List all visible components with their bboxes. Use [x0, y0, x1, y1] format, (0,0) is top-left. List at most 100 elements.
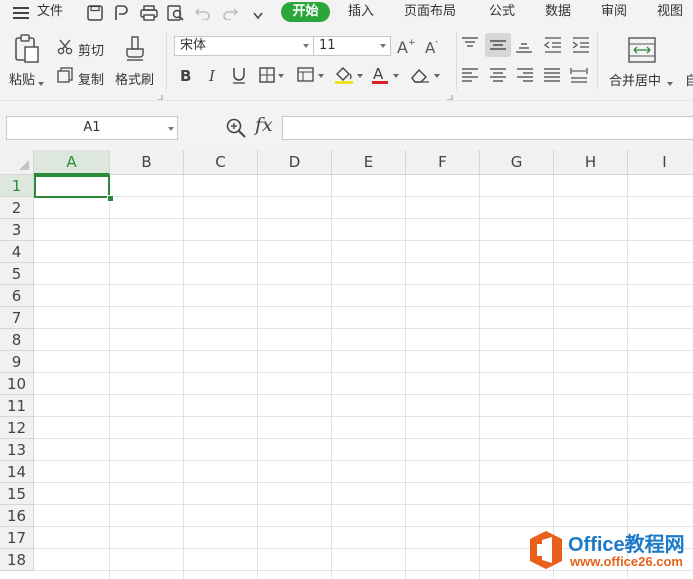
- decrease-indent-icon[interactable]: [543, 37, 562, 56]
- row-header-18[interactable]: 18: [0, 549, 34, 571]
- formula-input[interactable]: [282, 116, 693, 140]
- grid-column-line: [183, 175, 184, 579]
- tab-page-layout[interactable]: 页面布局: [404, 0, 456, 26]
- tab-data[interactable]: 数据: [545, 0, 571, 26]
- increase-font-size-icon[interactable]: A +: [397, 37, 416, 58]
- row-header-2[interactable]: 2: [0, 197, 34, 219]
- column-header-g[interactable]: G: [480, 150, 554, 175]
- italic-icon[interactable]: I: [207, 67, 221, 86]
- bold-icon[interactable]: B: [180, 67, 194, 86]
- menu-bar: 文件 开始 插入 页面布局 公式 数据 审阅 视图: [0, 0, 693, 26]
- row-header-11[interactable]: 11: [0, 395, 34, 417]
- align-top-icon[interactable]: [461, 37, 479, 56]
- align-center-icon[interactable]: [489, 67, 507, 86]
- font-color-icon[interactable]: A: [371, 65, 401, 88]
- share-icon[interactable]: [113, 5, 129, 24]
- name-box[interactable]: A1: [6, 116, 178, 140]
- copy-button[interactable]: 复制: [78, 69, 104, 88]
- underline-icon[interactable]: [232, 67, 246, 87]
- auto-wrap-button[interactable]: 自: [685, 70, 693, 89]
- align-left-icon[interactable]: [461, 67, 479, 86]
- watermark-url: www.office26.com: [570, 554, 683, 569]
- column-header-i[interactable]: I: [628, 150, 693, 175]
- column-header-h[interactable]: H: [554, 150, 628, 175]
- row-header-14[interactable]: 14: [0, 461, 34, 483]
- column-header-e[interactable]: E: [332, 150, 406, 175]
- row-header-12[interactable]: 12: [0, 417, 34, 439]
- row-header-15[interactable]: 15: [0, 483, 34, 505]
- format-painter-button[interactable]: 格式刷: [115, 69, 154, 88]
- borders-icon[interactable]: [259, 67, 285, 86]
- grid-row-line: [34, 372, 693, 373]
- redo-icon[interactable]: [222, 6, 239, 23]
- scissors-icon[interactable]: [57, 39, 73, 58]
- copy-icon[interactable]: [57, 67, 73, 86]
- font-name-select[interactable]: 宋体: [174, 36, 314, 56]
- justify-icon[interactable]: [543, 67, 561, 86]
- row-header-6[interactable]: 6: [0, 285, 34, 307]
- align-bottom-icon[interactable]: [515, 37, 533, 56]
- column-header-c[interactable]: C: [184, 150, 258, 175]
- row-header-16[interactable]: 16: [0, 505, 34, 527]
- cell-style-icon[interactable]: [297, 67, 325, 86]
- tab-review[interactable]: 审阅: [601, 0, 627, 26]
- decrease-font-size-icon[interactable]: A-: [424, 37, 442, 58]
- grid-row-line: [34, 350, 693, 351]
- active-cell-a1[interactable]: [34, 175, 110, 198]
- merge-center-button[interactable]: 合并居中: [609, 70, 661, 89]
- undo-icon[interactable]: [194, 6, 211, 23]
- row-header-9[interactable]: 9: [0, 351, 34, 373]
- column-header-f[interactable]: F: [406, 150, 480, 175]
- print-preview-icon[interactable]: [167, 5, 185, 24]
- row-header-1[interactable]: 1: [0, 175, 34, 197]
- file-menu[interactable]: 文件: [37, 0, 63, 26]
- row-header-3[interactable]: 3: [0, 219, 34, 241]
- save-icon[interactable]: [87, 5, 103, 24]
- column-header-b[interactable]: B: [110, 150, 184, 175]
- grid-row-line: [34, 416, 693, 417]
- increase-indent-icon[interactable]: [572, 37, 590, 56]
- row-header-17[interactable]: 17: [0, 527, 34, 549]
- zoom-icon[interactable]: [226, 118, 246, 141]
- row-header-13[interactable]: 13: [0, 439, 34, 461]
- fill-color-icon[interactable]: [334, 65, 364, 88]
- clear-format-icon[interactable]: [409, 66, 441, 87]
- tab-view[interactable]: 视图: [657, 0, 683, 26]
- chevron-down-icon: [380, 44, 386, 48]
- grid-row-line: [34, 504, 693, 505]
- align-middle-icon[interactable]: [485, 33, 511, 60]
- font-size-value: 11: [319, 38, 336, 53]
- tab-home[interactable]: 开始: [281, 2, 330, 22]
- formula-bar: A1 fx: [0, 100, 693, 151]
- print-icon[interactable]: [140, 5, 158, 24]
- paste-dropdown-icon[interactable]: [38, 75, 44, 89]
- quick-access-dropdown-icon[interactable]: [253, 9, 263, 23]
- column-header-a[interactable]: A: [34, 150, 110, 175]
- tab-formulas[interactable]: 公式: [489, 0, 515, 26]
- align-right-icon[interactable]: [516, 67, 534, 86]
- worksheet-grid[interactable]: A B C D E F G H I 1 2 3 4 5 6 7 8 9 10 11 12 13 14 15 16 17 18: [0, 150, 693, 579]
- svg-text:B: B: [180, 67, 191, 83]
- merge-center-icon[interactable]: [628, 37, 656, 66]
- paste-icon[interactable]: [14, 34, 40, 67]
- row-header-10[interactable]: 10: [0, 373, 34, 395]
- insert-function-button[interactable]: fx: [255, 114, 273, 136]
- column-header-d[interactable]: D: [258, 150, 332, 175]
- distributed-align-icon[interactable]: [570, 67, 588, 86]
- hamburger-menu-icon[interactable]: [13, 6, 29, 20]
- font-size-select[interactable]: 11: [313, 36, 391, 56]
- svg-text:A: A: [397, 38, 408, 55]
- select-all-corner[interactable]: [0, 150, 34, 175]
- row-header-7[interactable]: 7: [0, 307, 34, 329]
- fill-handle[interactable]: [107, 195, 114, 202]
- cut-button[interactable]: 剪切: [78, 40, 104, 59]
- svg-text:+: +: [408, 38, 415, 48]
- row-header-8[interactable]: 8: [0, 329, 34, 351]
- merge-dropdown-icon[interactable]: [667, 75, 673, 89]
- paste-button[interactable]: 粘贴: [9, 69, 35, 88]
- format-painter-icon[interactable]: [124, 36, 148, 69]
- row-header-4[interactable]: 4: [0, 241, 34, 263]
- tab-insert[interactable]: 插入: [348, 0, 374, 26]
- grid-row-line: [34, 328, 693, 329]
- row-header-5[interactable]: 5: [0, 263, 34, 285]
